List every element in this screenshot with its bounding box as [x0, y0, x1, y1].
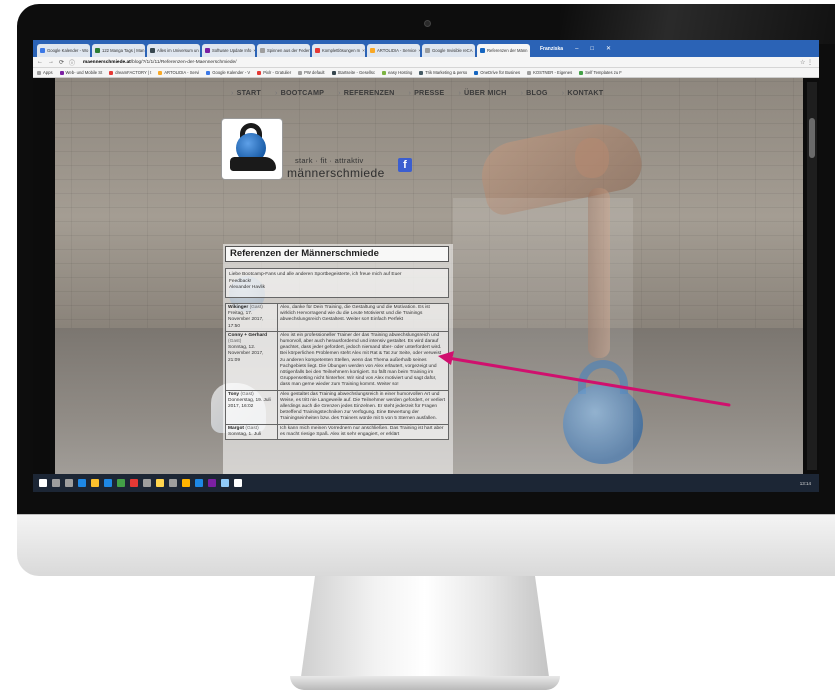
- monitor-mockup: Google Kalender - Wo×122 Manga Tags | Ma…: [0, 0, 835, 695]
- arrow-head: [438, 351, 454, 365]
- taskbar-app-icon[interactable]: [91, 479, 99, 487]
- taskbar-app-icon[interactable]: [234, 479, 242, 487]
- taskbar-app-icon[interactable]: [130, 479, 138, 487]
- taskbar-app-icon[interactable]: [221, 479, 229, 487]
- taskbar-app-icon[interactable]: [143, 479, 151, 487]
- taskbar-clock: 13:14: [799, 480, 811, 486]
- taskbar-app-icon[interactable]: [78, 479, 86, 487]
- windows-start-icon[interactable]: [39, 479, 47, 487]
- annotation-arrow: [438, 351, 731, 407]
- monitor-stand: [300, 576, 550, 684]
- windows-taskbar: 13:14: [33, 474, 819, 492]
- taskbar-app-icon[interactable]: [169, 479, 177, 487]
- taskbar-app-icon[interactable]: [182, 479, 190, 487]
- taskbar-app-icon[interactable]: [65, 479, 73, 487]
- webcam: [424, 20, 431, 27]
- monitor-chin: [17, 514, 835, 576]
- taskbar-app-icon[interactable]: [104, 479, 112, 487]
- arrow-shaft: [446, 356, 731, 407]
- taskbar-app-icon[interactable]: [156, 479, 164, 487]
- taskbar-app-icon[interactable]: [195, 479, 203, 487]
- bezel-reflection: [560, 4, 835, 44]
- taskbar-app-icon[interactable]: [117, 479, 125, 487]
- screen: Google Kalender - Wo×122 Manga Tags | Ma…: [33, 40, 819, 492]
- monitor-base: [290, 676, 560, 690]
- taskbar-app-icon[interactable]: [52, 479, 60, 487]
- taskbar-app-icon[interactable]: [208, 479, 216, 487]
